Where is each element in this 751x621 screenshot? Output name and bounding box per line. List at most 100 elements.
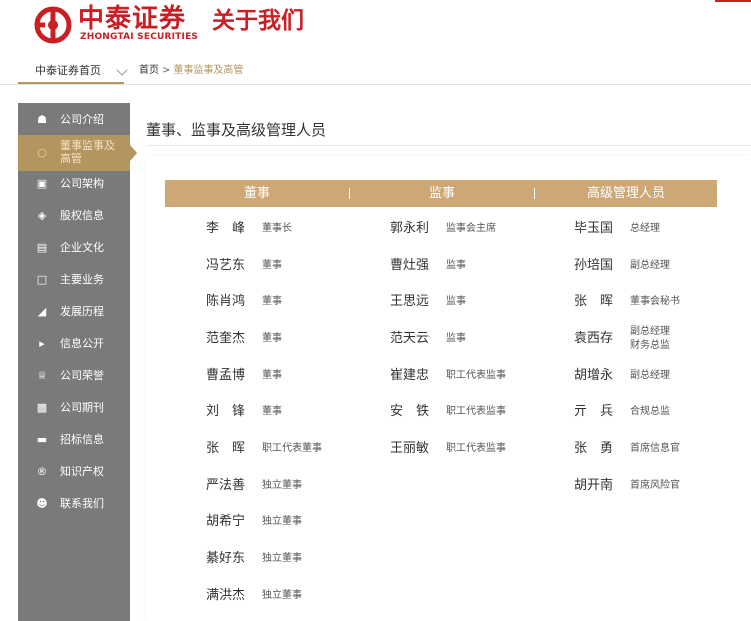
org-chart-icon: ▣ <box>36 177 48 190</box>
column-header-executives: 高级管理人员 <box>586 186 665 201</box>
person-role: 独立董事 <box>262 590 302 601</box>
document-icon: □ <box>36 273 48 286</box>
person-role: 副总经理 财务总监 <box>630 325 670 353</box>
person-role: 监事 <box>446 260 466 271</box>
sidebar-item-contact[interactable]: ☻ 联系我们 <box>18 491 130 517</box>
brand-name-en: ZHONGTAI SECURITIES <box>80 32 199 42</box>
sidebar-item-label: 发展历程 <box>60 305 104 318</box>
sidebar-item-equity[interactable]: ◈ 股权信息 <box>18 203 130 229</box>
stock-icon: ◈ <box>37 209 47 222</box>
sidebar-item-structure[interactable]: ▣ 公司架构 <box>18 171 130 197</box>
sidebar-item-history[interactable]: ◢ 发展历程 <box>18 299 130 325</box>
active-arrow <box>130 145 137 161</box>
sidebar-item-journal[interactable]: ▩ 公司期刊 <box>18 395 130 421</box>
person-name: 安 铁 <box>390 404 430 419</box>
sidebar-item-label: 股权信息 <box>60 209 104 222</box>
person-name: 崔建忠 <box>390 368 430 383</box>
person-name: 胡希宁 <box>206 514 246 529</box>
breadcrumb-home-link[interactable]: 首页 <box>139 65 159 76</box>
breadcrumb-separator: > <box>162 65 171 76</box>
sidebar-item-directors[interactable]: ○ 董事监事及高管 <box>18 135 137 171</box>
sidebar-item-ip[interactable]: ® 知识产权 <box>18 459 130 485</box>
person-role: 职工代表监事 <box>446 406 506 417</box>
person-role: 独立董事 <box>262 553 302 564</box>
culture-icon: ▤ <box>36 241 48 254</box>
content-divider <box>146 145 751 146</box>
person-role: 合规总监 <box>630 406 670 417</box>
person-role: 董事 <box>262 296 282 307</box>
broadcast-icon: ▸ <box>39 337 45 350</box>
person-name: 张 晖 <box>206 441 246 456</box>
person-role: 副总经理 <box>630 260 670 271</box>
column-header-supervisors: 监事 <box>428 186 455 201</box>
person-name: 陈肖鸿 <box>206 294 246 309</box>
zhongtai-logo-icon[interactable] <box>34 6 72 44</box>
person-name: 严法善 <box>206 478 246 493</box>
person-role: 董事 <box>262 260 282 271</box>
brand-name-cn[interactable]: 中泰证券 <box>78 4 186 34</box>
home-dropdown-label: 中泰证券首页 <box>35 64 101 77</box>
crown-icon: ♕ <box>37 369 47 382</box>
person-role-line: 财务总监 <box>630 340 670 351</box>
history-icon: ◢ <box>37 305 47 318</box>
column-header-directors: 董事 <box>243 186 270 201</box>
person-name: 袁西存 <box>574 331 614 346</box>
sidebar-item-label: 联系我们 <box>60 497 104 510</box>
person-name: 范天云 <box>390 331 430 346</box>
person-role: 监事会主席 <box>446 223 496 234</box>
sidebar-item-label: 董事监事及高管 <box>60 139 115 165</box>
registered-icon: ® <box>36 465 48 478</box>
person-name: 曹孟博 <box>206 368 246 383</box>
breadcrumb: 首页 > 董事监事及高管 <box>139 60 243 82</box>
sidebar-item-company-intro[interactable]: ☗ 公司介绍 <box>18 107 130 133</box>
person-name: 胡增永 <box>574 368 614 383</box>
home-dropdown[interactable]: 中泰证券首页 <box>18 60 128 84</box>
person-name: 郭永利 <box>390 221 430 236</box>
person-role: 独立董事 <box>262 516 302 527</box>
person-name: 孙培国 <box>574 258 614 273</box>
tender-icon: ▬ <box>36 433 48 446</box>
person-name: 张 勇 <box>574 441 614 456</box>
person-name: 亓 兵 <box>574 404 614 419</box>
sidebar-item-label: 信息公开 <box>60 337 104 350</box>
person-role: 职工代表监事 <box>446 443 506 454</box>
person-role: 董事 <box>262 370 282 381</box>
sidebar-item-tender[interactable]: ▬ 招标信息 <box>18 427 130 453</box>
person-name: 王丽敏 <box>390 441 430 456</box>
person-name: 满洪杰 <box>206 588 246 603</box>
person-role: 副总经理 <box>630 370 670 381</box>
sidebar-item-honors[interactable]: ♕ 公司荣誉 <box>18 363 130 389</box>
breadcrumb-current[interactable]: 董事监事及高管 <box>173 65 243 76</box>
sidebar-item-label: 企业文化 <box>60 241 104 254</box>
person-role: 董事会秘书 <box>630 296 680 307</box>
journal-icon: ▩ <box>36 401 48 414</box>
person-name: 刘 锋 <box>206 404 246 419</box>
contacts-icon: ☻ <box>36 497 48 510</box>
home-icon: ☗ <box>37 113 47 126</box>
sidebar-item-label: 公司架构 <box>60 177 104 190</box>
person-role: 总经理 <box>630 223 660 234</box>
person-name: 綦好东 <box>206 551 246 566</box>
sidebar-item-disclosure[interactable]: ▸ 信息公开 <box>18 331 130 357</box>
person-name: 冯艺东 <box>206 258 246 273</box>
person-name: 王思远 <box>390 294 430 309</box>
sidebar-item-business[interactable]: □ 主要业务 <box>18 267 130 293</box>
sidebar-item-label: 知识产权 <box>60 465 104 478</box>
sidebar-item-culture[interactable]: ▤ 企业文化 <box>18 235 130 261</box>
person-role-line: 副总经理 <box>630 326 670 337</box>
person-role: 董事 <box>262 406 282 417</box>
person-name: 李 峰 <box>206 221 246 236</box>
sidebar-item-label: 主要业务 <box>60 273 104 286</box>
table-header: 董事 监事 高级管理人员 <box>165 180 717 207</box>
person-name: 毕玉国 <box>574 221 614 236</box>
person-name: 曹灶强 <box>390 258 430 273</box>
sidebar-item-label: 公司荣誉 <box>60 369 104 382</box>
person-role: 董事长 <box>262 223 292 234</box>
person-role: 首席风险官 <box>630 480 680 491</box>
person-name: 范奎杰 <box>206 331 246 346</box>
content-title: 董事、监事及高级管理人员 <box>146 121 327 139</box>
user-circle-icon: ○ <box>37 146 47 159</box>
person-role: 职工代表监事 <box>446 370 506 381</box>
sidebar: ☗ 公司介绍 ○ 董事监事及高管 ▣ 公司架构 ◈ 股权信息 ▤ 企业文化 □ … <box>18 103 137 621</box>
person-role: 监事 <box>446 333 466 344</box>
